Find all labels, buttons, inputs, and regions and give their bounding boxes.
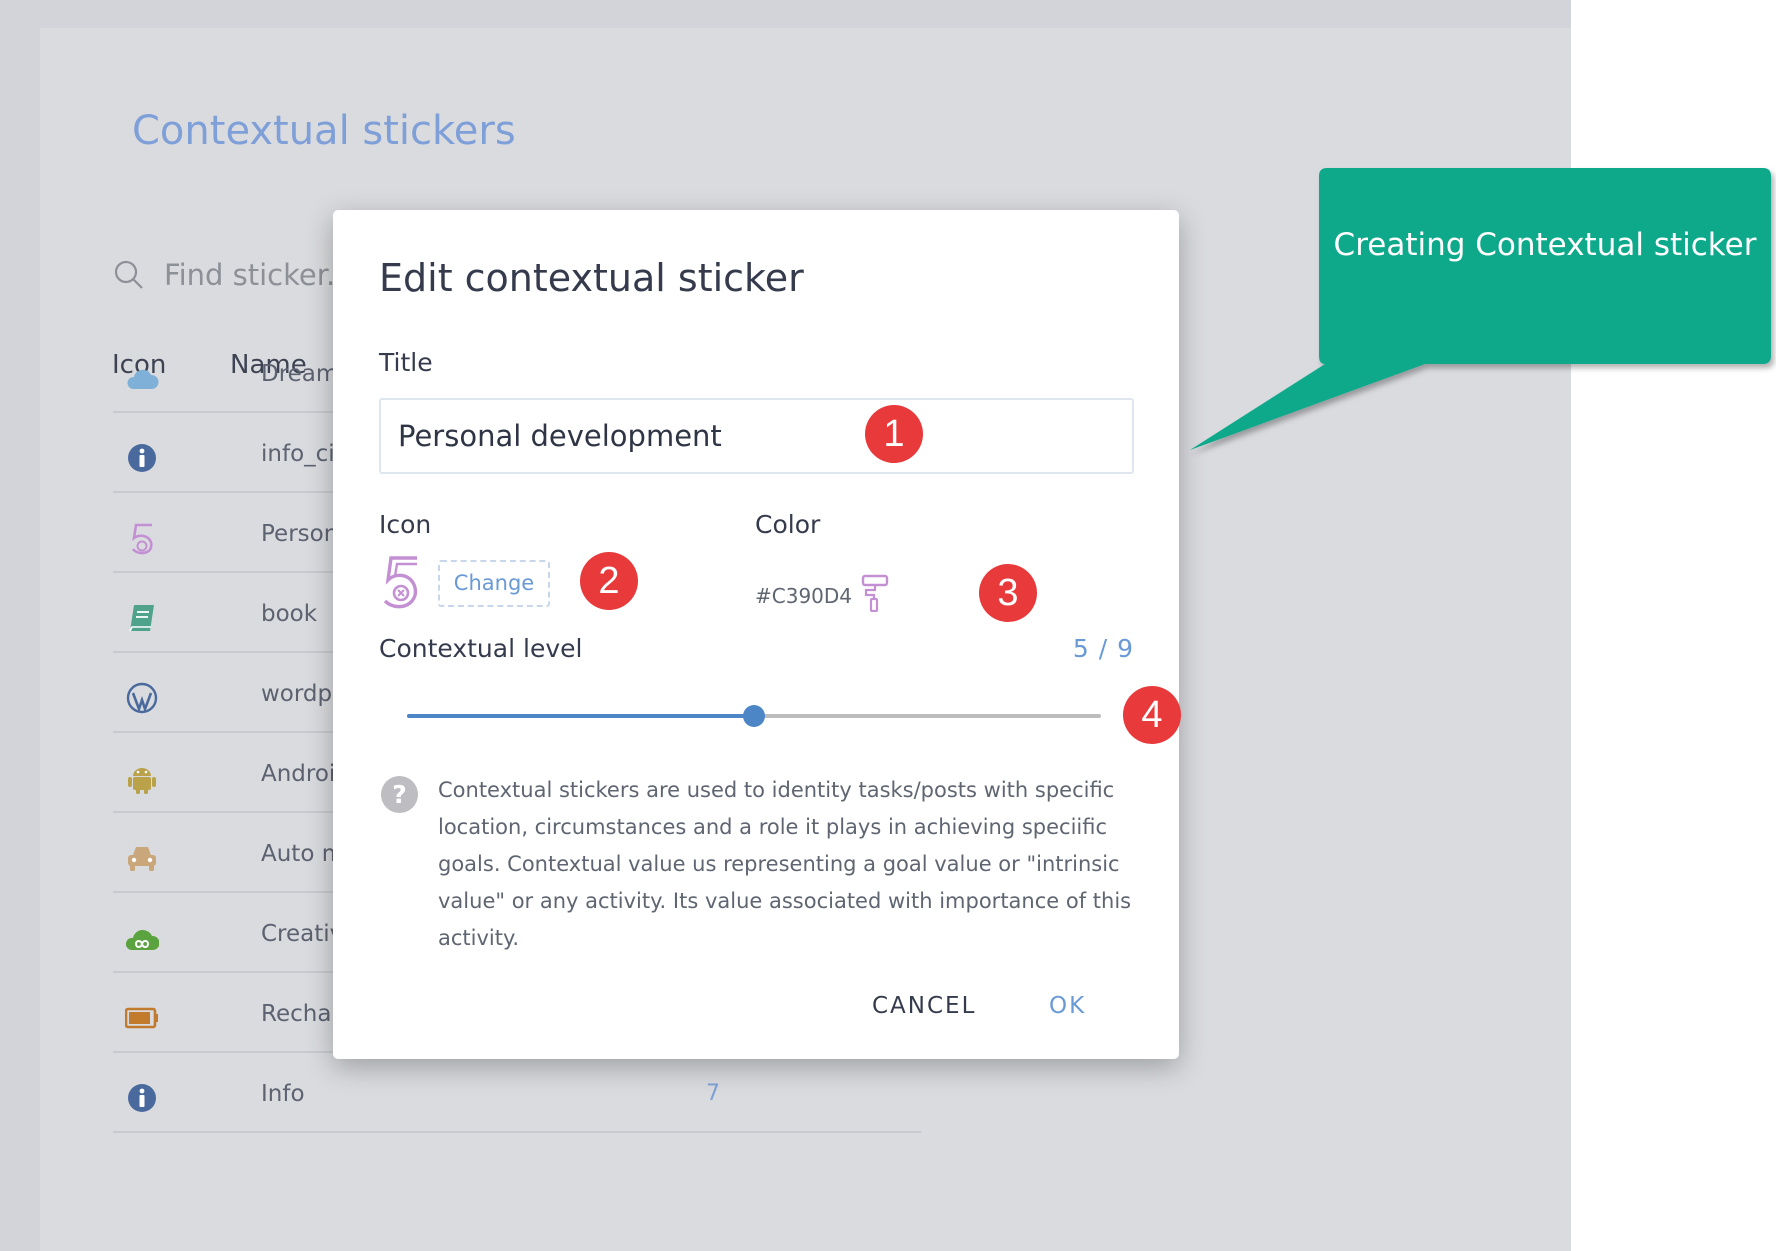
callout-text: Creating Contextual sticker — [1333, 227, 1757, 263]
callout-bubble — [1190, 168, 1771, 450]
